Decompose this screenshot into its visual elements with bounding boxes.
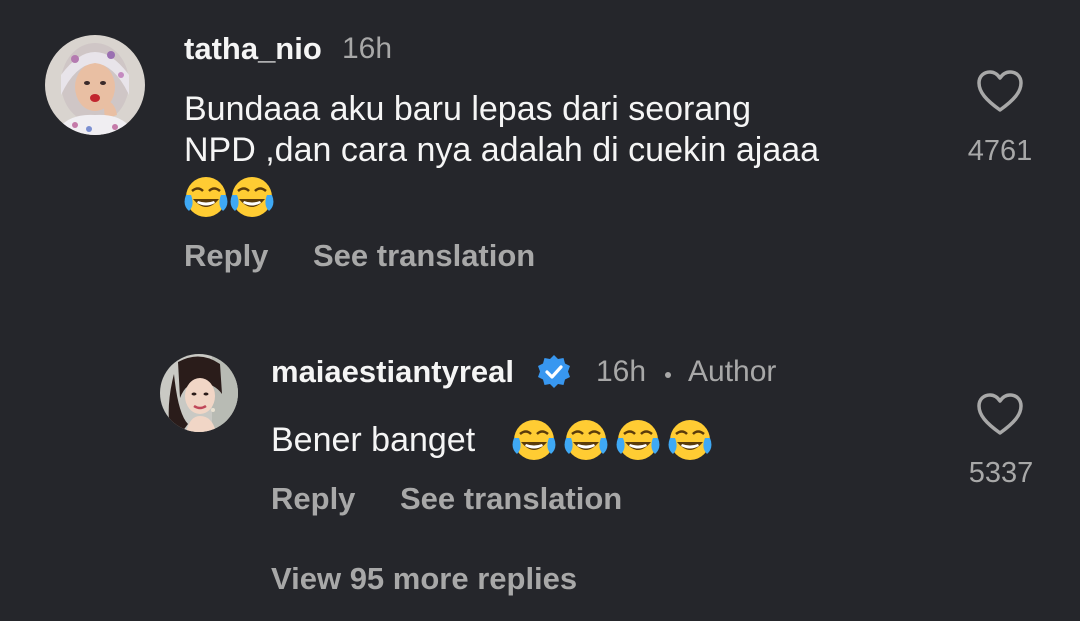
- comment-text-line: Bundaaa aku baru lepas dari seorang: [184, 90, 752, 128]
- reply-button[interactable]: Reply: [271, 481, 355, 517]
- laughing-crying-emoji-icon: [184, 177, 228, 217]
- laughing-crying-emoji-icon: [512, 420, 556, 460]
- avatar[interactable]: [45, 35, 145, 135]
- see-translation-button[interactable]: See translation: [313, 238, 535, 274]
- comment-emoji-row: [183, 175, 275, 219]
- see-translation-button[interactable]: See translation: [400, 481, 622, 517]
- laughing-crying-emoji-icon: [616, 420, 660, 460]
- separator-dot: [665, 372, 671, 378]
- laughing-crying-emoji-icon: [668, 420, 712, 460]
- heart-icon[interactable]: [976, 393, 1024, 437]
- comment-text: Bundaaa aku baru lepas dari seorang NPD …: [184, 89, 944, 171]
- reply-emoji-row: [511, 418, 713, 462]
- comment-timestamp: 16h: [342, 32, 393, 65]
- comment-text-line: NPD ,dan cara nya adalah di cuekin ajaaa: [184, 131, 820, 169]
- comment-username[interactable]: tatha_nio: [184, 31, 322, 67]
- avatar[interactable]: [160, 354, 238, 432]
- reply-text: Bener banget: [271, 421, 476, 459]
- view-more-replies-button[interactable]: View 95 more replies: [271, 561, 577, 597]
- author-badge: Author: [688, 355, 777, 388]
- heart-icon[interactable]: [976, 70, 1024, 114]
- verified-badge-icon: [538, 355, 570, 388]
- laughing-crying-emoji-icon: [230, 177, 274, 217]
- like-count: 4761: [967, 135, 1033, 167]
- reply-username[interactable]: maiaestiantyreal: [271, 354, 514, 390]
- reply-button[interactable]: Reply: [184, 238, 268, 274]
- laughing-crying-emoji-icon: [564, 420, 608, 460]
- like-count: 5337: [968, 457, 1034, 489]
- reply-timestamp: 16h: [596, 355, 647, 388]
